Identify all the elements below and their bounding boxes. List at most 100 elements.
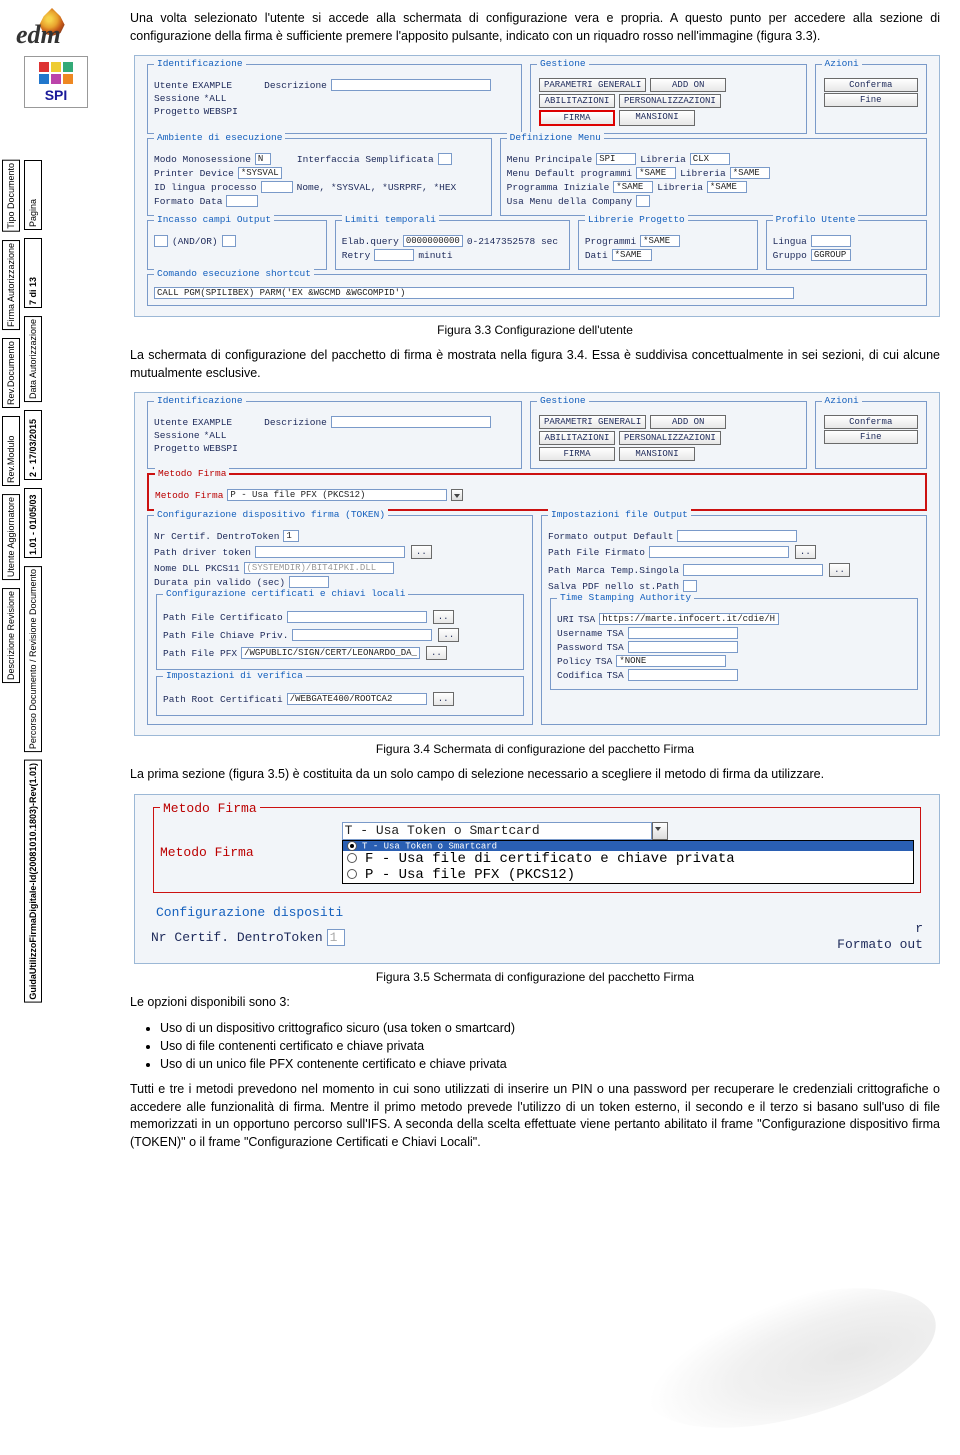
inp[interactable] <box>628 669 738 681</box>
inp[interactable] <box>636 195 650 207</box>
browse-button[interactable]: .. <box>433 610 454 624</box>
gestione-button[interactable]: ADD ON <box>650 78 726 92</box>
inp[interactable]: *SAME <box>730 167 770 179</box>
inp[interactable] <box>677 530 797 542</box>
inp[interactable]: CLX <box>690 153 730 165</box>
azioni-button[interactable]: Fine <box>824 93 918 107</box>
inp[interactable] <box>628 641 738 653</box>
inp[interactable] <box>331 416 491 428</box>
inp[interactable]: /WEBGATE400/ROOTCA2 <box>287 693 427 705</box>
browse-button[interactable]: .. <box>411 545 432 559</box>
gestione-button[interactable]: ABILITAZIONI <box>539 431 615 445</box>
metadata-cell: 7 di 13 <box>24 238 42 308</box>
lbl: Modo Monosessione <box>154 154 251 165</box>
azioni-button[interactable]: Conferma <box>824 415 918 429</box>
comando-input[interactable]: CALL PGM(SPILIBEX) PARM('EX &WGCMD &WGCO… <box>154 287 794 299</box>
inp[interactable] <box>649 546 789 558</box>
metodo-dropdown-list[interactable]: T - Usa Token o Smartcard F - Usa file d… <box>342 840 914 884</box>
lbl: Nome DLL PKCS11 <box>154 563 240 574</box>
inp[interactable]: *SAME <box>613 181 653 193</box>
inp[interactable] <box>374 249 414 261</box>
inp[interactable]: 1 <box>327 929 345 946</box>
fs-comando-legend: Comando esecuzione shortcut <box>154 268 314 279</box>
lbl: (AND/OR) <box>172 236 218 247</box>
gestione-button[interactable]: PERSONALIZZAZIONI <box>619 431 721 445</box>
inp[interactable] <box>683 564 823 576</box>
lbl: Progetto <box>154 106 200 117</box>
lbl: Programmi <box>585 236 636 247</box>
dropdown-option[interactable]: P - Usa file PFX (PKCS12) <box>343 867 913 883</box>
val: EXAMPLE <box>192 80 232 91</box>
dropdown-icon[interactable] <box>451 489 463 501</box>
inp[interactable]: SPI <box>596 153 636 165</box>
inp[interactable] <box>628 627 738 639</box>
gestione-button[interactable]: PARAMETRI GENERALI <box>539 415 646 429</box>
lbl: 0-2147352578 sec <box>467 236 558 247</box>
inp[interactable]: /WGPUBLIC/SIGN/CERT/LEONARDO_DA_ <box>241 647 420 659</box>
lbl: Durata pin valido (sec) <box>154 577 285 588</box>
gestione-button[interactable]: ABILITAZIONI <box>539 94 615 108</box>
descrizione-input[interactable] <box>331 79 491 91</box>
inp[interactable]: GGROUP <box>811 249 851 261</box>
paragraph-3: La prima sezione (figura 3.5) è costitui… <box>130 766 940 784</box>
azioni-button[interactable]: Conferma <box>824 78 918 92</box>
inp[interactable] <box>226 195 258 207</box>
inp[interactable] <box>683 580 697 592</box>
val: *ALL <box>204 93 227 104</box>
gestione-button[interactable]: MANSIONI <box>619 447 695 461</box>
gestione-button[interactable]: FIRMA <box>539 447 615 461</box>
lbl: Descrizione <box>264 80 327 91</box>
azioni-button[interactable]: Fine <box>824 430 918 444</box>
dropdown-icon[interactable] <box>652 822 668 840</box>
inp[interactable] <box>261 181 293 193</box>
inp[interactable] <box>287 611 427 623</box>
gestione-button[interactable]: FIRMA <box>539 110 615 126</box>
radio-icon <box>347 869 357 879</box>
lbl: Lingua <box>773 236 807 247</box>
inp[interactable] <box>289 576 329 588</box>
inp[interactable]: *SYSVAL <box>238 167 282 179</box>
inp[interactable]: 1 <box>283 530 299 542</box>
browse-button[interactable]: .. <box>829 563 850 577</box>
lbl: Formato Data <box>154 196 222 207</box>
inp[interactable]: *NONE <box>616 655 726 667</box>
gestione-button[interactable]: ADD ON <box>650 415 726 429</box>
inp[interactable]: N <box>255 153 271 165</box>
inp[interactable]: *SAME <box>636 167 676 179</box>
radio-icon <box>347 841 357 851</box>
lbl: Nome, *SYSVAL, *USRPRF, *HEX <box>297 182 457 193</box>
gestione-button[interactable]: PERSONALIZZAZIONI <box>619 94 721 108</box>
lbl: Retry <box>342 250 371 261</box>
inp[interactable] <box>811 235 851 247</box>
inp[interactable] <box>255 546 405 558</box>
gestione-button[interactable]: MANSIONI <box>619 110 695 126</box>
metodo-select[interactable]: P - Usa file PFX (PKCS12) <box>227 489 447 501</box>
browse-button[interactable]: .. <box>795 545 816 559</box>
fs-incasso-legend: Incasso campi Output <box>154 214 274 225</box>
fs-gestione-legend: Gestione <box>537 395 589 406</box>
trunc-text: r <box>915 921 923 936</box>
fs-metodo-legend: Metodo Firma <box>155 468 229 479</box>
figure-3-3-caption: Figura 3.3 Configurazione dell'utente <box>130 323 940 337</box>
browse-button[interactable]: .. <box>426 646 447 660</box>
inp[interactable]: 0000000000 <box>403 235 463 247</box>
inp[interactable]: *SAME <box>640 235 680 247</box>
inp[interactable] <box>292 629 432 641</box>
metadata-cell: 1.01 - 01/05/03 <box>24 488 42 558</box>
inp[interactable]: https://marte.infocert.it/cdie/H <box>599 613 779 625</box>
metodo-select[interactable]: T - Usa Token o Smartcard <box>342 822 652 840</box>
browse-button[interactable]: .. <box>433 692 454 706</box>
lbl: Path File Chiave Priv. <box>163 630 288 641</box>
gestione-button[interactable]: PARAMETRI GENERALI <box>539 78 646 92</box>
inp[interactable] <box>154 235 168 247</box>
inp[interactable]: *SAME <box>707 181 747 193</box>
browse-button[interactable]: .. <box>438 628 459 642</box>
dropdown-option[interactable]: F - Usa file di certificato e chiave pri… <box>343 851 913 867</box>
dropdown-option[interactable]: T - Usa Token o Smartcard <box>343 841 913 851</box>
inp[interactable] <box>222 235 236 247</box>
inp[interactable]: *SAME <box>612 249 652 261</box>
metadata-cell: Tipo Documento <box>2 160 20 232</box>
inp[interactable]: (SYSTEMDIR)/BIT4IPKI.DLL <box>244 562 394 574</box>
lbl: Path File Certificato <box>163 612 283 623</box>
inp[interactable] <box>438 153 452 165</box>
